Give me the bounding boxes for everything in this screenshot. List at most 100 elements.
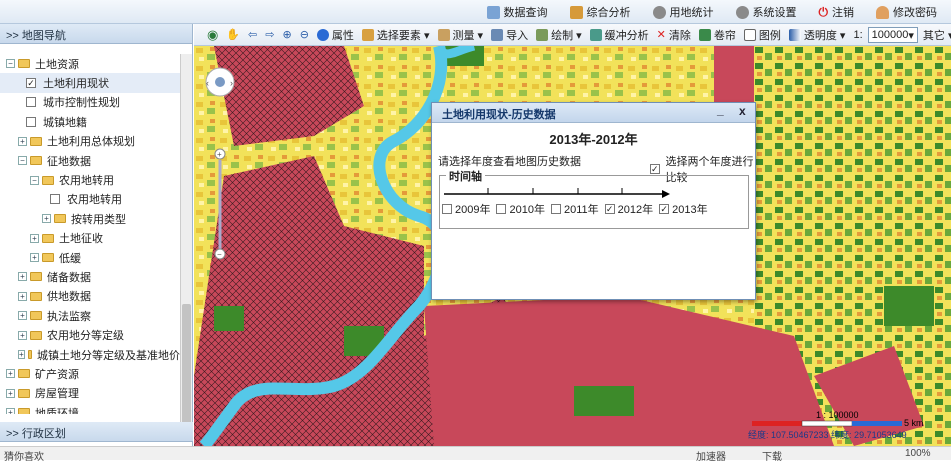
folder-icon (30, 136, 42, 146)
scrollbar-thumb[interactable] (182, 304, 191, 424)
other-menu-button[interactable]: 其它 ▾ (920, 26, 951, 44)
tree-row[interactable]: − 农用地转用 (0, 170, 180, 189)
year-option[interactable]: ✓ 2013年 (659, 201, 708, 217)
tree-row[interactable]: + 农用地分等定级 (0, 325, 180, 344)
tree-label: 供地数据 (47, 291, 91, 304)
system-settings-button[interactable]: 系统设置 (728, 4, 805, 20)
year-checkbox[interactable] (550, 204, 561, 214)
globe-icon[interactable]: ◉ (204, 26, 221, 44)
zoom-in-icon[interactable]: ⊕ (279, 26, 294, 44)
pan-hand-icon[interactable]: ✋ (223, 26, 243, 44)
buffer-analysis-button[interactable]: 缓冲分析 (587, 26, 652, 44)
change-password-button[interactable]: 修改密码 (868, 4, 945, 20)
forward-arrow-icon[interactable]: ⇨ (262, 26, 277, 44)
tree-row[interactable]: + 储备数据 (0, 267, 180, 286)
year-option[interactable]: ✓ 2012年 (604, 201, 653, 217)
data-query-button[interactable]: 数据查询 (479, 4, 556, 20)
expand-icon[interactable]: + (6, 408, 15, 414)
swipe-icon (698, 28, 711, 41)
tree-row[interactable]: + 土地征收 (0, 229, 180, 248)
expand-icon[interactable]: + (6, 369, 15, 379)
pan-left-icon[interactable]: ‹ (206, 78, 209, 88)
transparency-button[interactable]: 透明度 ▾ (786, 26, 849, 44)
expand-icon[interactable]: + (18, 272, 27, 282)
land-statistics-button[interactable]: 用地统计 (645, 4, 722, 20)
year-checkbox[interactable] (496, 204, 507, 214)
year-option[interactable]: 2010年 (496, 201, 545, 217)
tree-row[interactable]: + 土地利用总体规划 (0, 132, 180, 151)
collapse-icon[interactable]: − (30, 175, 39, 185)
expand-icon[interactable]: + (18, 291, 27, 301)
tree-row[interactable]: 城市控制性规划 (0, 93, 180, 112)
folder-icon (18, 59, 30, 69)
power-icon: ⏻ (818, 4, 829, 19)
legend-icon (743, 28, 756, 41)
import-button[interactable]: 导入 (488, 26, 531, 44)
compare-checkbox[interactable]: ✓ (650, 164, 660, 174)
collapse-icon[interactable]: − (18, 156, 27, 166)
tree-row[interactable]: + 房屋管理 (0, 384, 180, 403)
layer-checkbox[interactable] (50, 194, 60, 205)
back-arrow-icon[interactable]: ⇦ (245, 26, 260, 44)
tree-row[interactable]: + 地质环境 (0, 403, 180, 414)
accelerator-button[interactable]: 加速器 (696, 448, 726, 463)
expand-icon[interactable]: + (6, 388, 15, 398)
tree-row[interactable]: + 执法监察 (0, 306, 180, 325)
year-option[interactable]: 2009年 (442, 201, 490, 217)
layer-checkbox[interactable]: ✓ (26, 78, 36, 89)
attribute-button[interactable]: 属性 (314, 26, 357, 44)
measure-button[interactable]: 测量 ▾ (435, 26, 487, 44)
expand-icon[interactable]: + (42, 214, 51, 224)
tree-row[interactable]: 农用地转用 (0, 190, 180, 209)
pan-right-icon[interactable]: › (230, 78, 233, 88)
analysis-button[interactable]: 综合分析 (562, 4, 639, 20)
draw-button[interactable]: 绘制 ▾ (533, 26, 585, 44)
zoom-level[interactable]: 100% (905, 448, 931, 459)
tree-row[interactable]: − 征地数据 (0, 151, 180, 170)
tree-row[interactable]: 城镇地籍 (0, 112, 180, 131)
minimize-icon[interactable]: _ (717, 103, 724, 117)
collapse-icon[interactable]: − (6, 59, 15, 69)
logout-button[interactable]: ⏻ 注销 (811, 4, 863, 20)
folder-icon (30, 311, 42, 321)
tree-row[interactable]: + 供地数据 (0, 287, 180, 306)
svg-text:+: + (217, 150, 222, 159)
expand-icon[interactable]: + (18, 330, 27, 340)
close-icon[interactable]: x (739, 104, 746, 118)
tree-row[interactable]: + 城镇土地分等定级及基准地价 (0, 345, 180, 364)
tree-row[interactable]: + 低缓 (0, 248, 180, 267)
select-feature-button[interactable]: 选择要素 ▾ (359, 26, 433, 44)
year-checkbox[interactable] (442, 204, 452, 214)
download-button[interactable]: 下载 (762, 448, 782, 463)
map-navigation-header[interactable]: >> 地图导航 (0, 24, 192, 44)
status-bar: 猜你喜欢 加速器 下载 100% (0, 446, 951, 463)
layer-tree-scrollbar[interactable] (180, 54, 192, 440)
expand-icon[interactable]: + (30, 233, 39, 243)
admin-division-header[interactable]: >> 行政区划 (0, 422, 193, 442)
layer-checkbox[interactable] (26, 97, 36, 108)
layer-checkbox[interactable] (26, 116, 36, 127)
expand-icon[interactable]: + (18, 136, 27, 146)
tree-row[interactable]: − 土地资源 (0, 54, 180, 73)
scale-label: 1: (853, 28, 863, 41)
year-checkbox[interactable]: ✓ (604, 204, 615, 214)
layer-tree: − 土地资源 ✓ 土地利用现状 城市控制性规划 城镇地籍 + 土地利用总体规划 − 征地数据 − 农用… (0, 54, 180, 414)
dialog-titlebar[interactable]: 土地利用现状-历史数据 _ x (432, 103, 755, 123)
buffer-icon (589, 28, 602, 41)
year-checkbox[interactable]: ✓ (659, 204, 670, 214)
expand-icon[interactable]: + (18, 350, 25, 360)
scale-select[interactable]: 100000 ▾ (867, 26, 918, 43)
zoom-out-icon[interactable]: ⊖ (297, 26, 312, 44)
tree-row[interactable]: + 矿产资源 (0, 364, 180, 383)
legend-button[interactable]: 图例 (741, 26, 784, 44)
year-option[interactable]: 2011年 (550, 201, 599, 217)
clear-button[interactable]: ✕ 清除 (654, 26, 694, 44)
tree-row[interactable]: ✓ 土地利用现状 (0, 73, 180, 93)
settings-icon (735, 5, 749, 19)
expand-icon[interactable]: + (18, 311, 27, 321)
year-label: 2011年 (563, 204, 599, 216)
folder-icon (30, 330, 42, 340)
tree-row[interactable]: + 按转用类型 (0, 209, 180, 228)
swipe-button[interactable]: 卷帘 (696, 26, 739, 44)
expand-icon[interactable]: + (30, 253, 39, 263)
